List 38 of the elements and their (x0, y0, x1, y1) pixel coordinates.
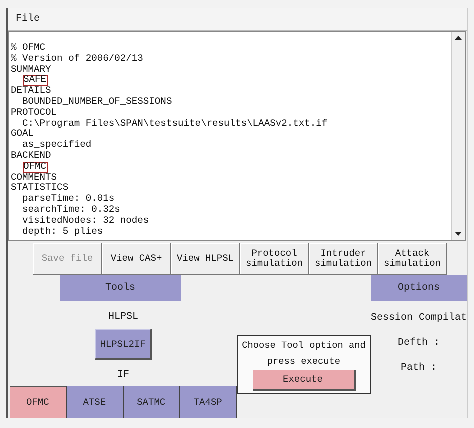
output-line: as_specified (22, 140, 93, 151)
output-line: % OFMC (11, 43, 47, 54)
output-label: IF (117, 370, 130, 381)
output-line: COMMENTS (11, 172, 58, 184)
translate-button[interactable]: HLPSL2IF (95, 329, 152, 360)
backend-tab[interactable]: OFMC (10, 386, 67, 418)
output-line: C:\Program Files\SPAN\testsuite\results\LAASv2.txt.if (22, 118, 329, 130)
output-line: parseTime: 0.01s (22, 194, 116, 205)
backend-tab[interactable]: SATMC (124, 386, 180, 418)
action-button[interactable]: Intruder simulation (309, 243, 378, 275)
scrollbar[interactable] (451, 32, 465, 240)
options-header: Options (371, 275, 468, 301)
output-line: DETAILS (11, 86, 52, 97)
output-line: depth: 5 plies (22, 226, 104, 238)
input-label: HLPSL (108, 312, 138, 323)
output-line: searchTime: 0.32s (22, 204, 122, 216)
menu-item[interactable]: File (14, 12, 42, 26)
backend-tab[interactable]: TA4SP (180, 386, 237, 418)
output-line: visitedNodes: 32 nodes (22, 216, 150, 227)
output-line: STATISTICS (11, 183, 70, 194)
action-button[interactable]: View HLPSL (171, 243, 240, 275)
output-line: SUMMARY (11, 64, 52, 76)
output-line: GOAL (11, 129, 36, 140)
tools-header: Tools (60, 275, 181, 301)
action-button[interactable]: Protocol simulation (240, 243, 309, 275)
option-label: Path : (401, 363, 438, 374)
action-button[interactable]: View CAS+ (102, 243, 171, 275)
output-line: PROTOCOL (11, 108, 58, 119)
option-label: Defth : (398, 338, 440, 349)
output-line: % Version of 2006/02/13 (11, 54, 144, 65)
option-label: Session Compilat (371, 313, 468, 324)
action-button[interactable]: Attack simulation (378, 243, 447, 275)
output-line: BOUNDED_NUMBER_OF_SESSIONS (22, 96, 174, 108)
output-line: BACKEND (11, 150, 52, 162)
execute-message: Choose Tool option and press execute (241, 339, 367, 369)
output-text-area[interactable] (8, 31, 466, 241)
execute-button[interactable]: Execute (252, 370, 356, 391)
backend-tab[interactable]: ATSE (66, 386, 124, 418)
